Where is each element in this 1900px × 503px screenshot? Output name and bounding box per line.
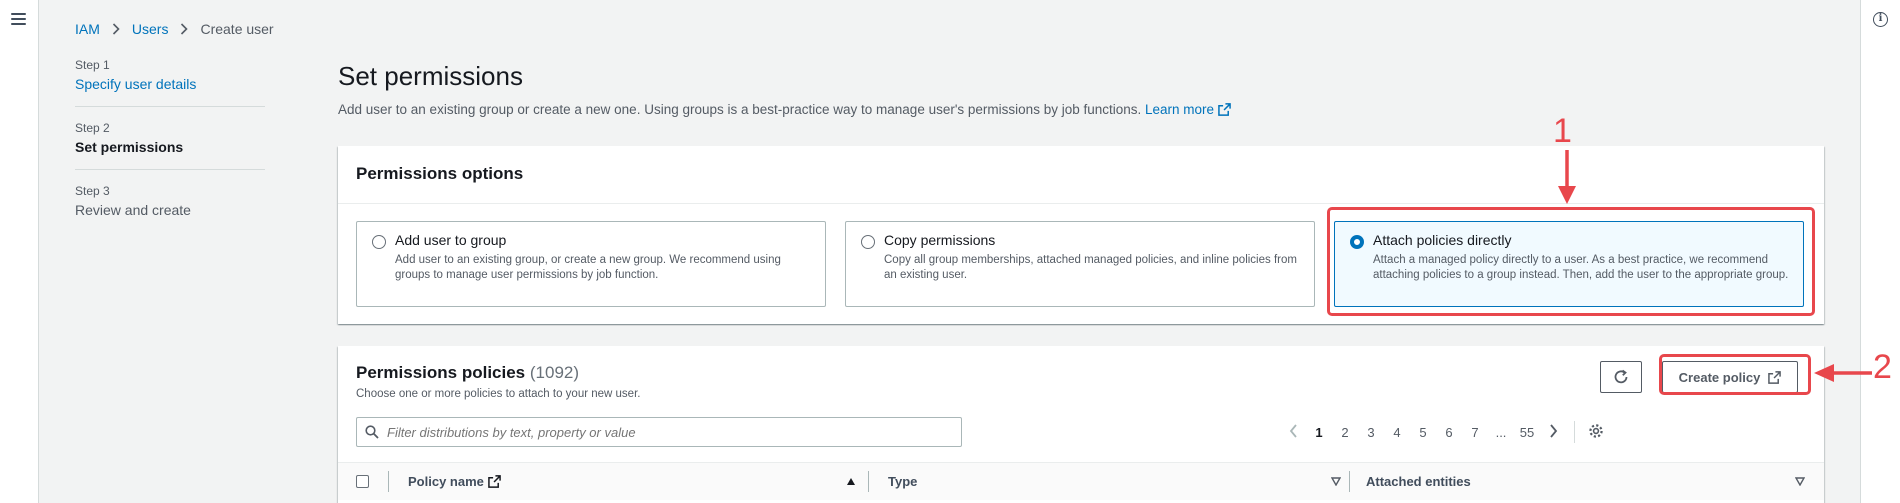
annotation-highlight-create-policy bbox=[1659, 354, 1811, 395]
breadcrumb-iam[interactable]: IAM bbox=[75, 21, 100, 37]
step-number: Step 1 bbox=[75, 58, 110, 72]
column-label: Policy name bbox=[408, 474, 484, 489]
pagination: 1 2 3 4 5 6 7 ... 55 bbox=[1280, 417, 1609, 447]
refresh-icon bbox=[1614, 369, 1628, 384]
page-description: Add user to an existing group or create … bbox=[338, 102, 1231, 117]
page-5[interactable]: 5 bbox=[1410, 425, 1436, 440]
step-number: Step 2 bbox=[75, 121, 110, 135]
page-ellipsis: ... bbox=[1495, 424, 1507, 440]
column-divider bbox=[1349, 471, 1350, 492]
filter-input[interactable] bbox=[387, 424, 947, 440]
sort-icon[interactable] bbox=[1795, 477, 1805, 486]
column-header-type[interactable]: Type bbox=[888, 474, 917, 489]
page-description-text: Add user to an existing group or create … bbox=[338, 102, 1142, 117]
page-6[interactable]: 6 bbox=[1436, 425, 1462, 440]
info-icon[interactable]: i bbox=[1873, 12, 1888, 27]
breadcrumb: IAM Users Create user bbox=[75, 21, 274, 37]
chevron-right-icon bbox=[181, 23, 189, 35]
sort-icon[interactable] bbox=[1331, 477, 1341, 486]
breadcrumb-current: Create user bbox=[200, 21, 274, 37]
radio-add-user-to-group[interactable] bbox=[372, 235, 386, 249]
filter-field[interactable] bbox=[356, 417, 962, 447]
select-all-checkbox[interactable] bbox=[356, 475, 369, 488]
chevron-right-icon bbox=[1549, 423, 1557, 438]
next-page-button[interactable] bbox=[1540, 423, 1566, 441]
annotation-number-1: 1 bbox=[1553, 112, 1572, 150]
gear-icon bbox=[1589, 423, 1603, 438]
learn-more-link[interactable]: Learn more bbox=[1145, 102, 1231, 117]
option-title: Copy permissions bbox=[884, 232, 996, 248]
breadcrumb-users[interactable]: Users bbox=[132, 21, 169, 37]
right-tools-rail: i bbox=[1860, 0, 1900, 503]
sort-ascending-icon[interactable] bbox=[846, 477, 856, 486]
chevron-right-icon bbox=[112, 23, 120, 35]
page-4[interactable]: 4 bbox=[1384, 425, 1410, 440]
policies-count: (1092) bbox=[529, 363, 580, 382]
step-number: Step 3 bbox=[75, 184, 110, 198]
page-title: Set permissions bbox=[338, 61, 523, 91]
step-title-set-permissions: Set permissions bbox=[75, 139, 184, 155]
annotation-highlight-attach-policies bbox=[1327, 207, 1815, 316]
pagination-divider bbox=[1574, 421, 1575, 443]
option-description: Add user to an existing group, or create… bbox=[395, 254, 781, 281]
search-icon bbox=[365, 425, 379, 439]
page-3[interactable]: 3 bbox=[1358, 425, 1384, 440]
external-link-icon bbox=[1218, 103, 1231, 116]
column-header-policy-name[interactable]: Policy name bbox=[408, 474, 501, 489]
left-navigation-rail bbox=[0, 0, 39, 503]
annotation-number-2: 2 bbox=[1873, 348, 1892, 386]
option-add-user-to-group[interactable]: Add user to group Add user to an existin… bbox=[356, 221, 826, 307]
external-link-icon bbox=[488, 475, 501, 488]
wizard-steps: Step 1 Specify user details Step 2 Set p… bbox=[75, 58, 265, 246]
step-1: Step 1 Specify user details bbox=[75, 58, 265, 107]
chevron-left-icon bbox=[1289, 423, 1297, 438]
page-7[interactable]: 7 bbox=[1462, 425, 1488, 440]
learn-more-label: Learn more bbox=[1145, 102, 1215, 117]
page-1[interactable]: 1 bbox=[1306, 425, 1332, 440]
annotation-arrow-left bbox=[1814, 364, 1872, 382]
page-55[interactable]: 55 bbox=[1514, 425, 1540, 440]
step-link-specify-user-details[interactable]: Specify user details bbox=[75, 76, 265, 92]
refresh-button[interactable] bbox=[1600, 361, 1642, 393]
policies-subtitle: Choose one or more policies to attach to… bbox=[356, 388, 641, 400]
permissions-options-heading: Permissions options bbox=[338, 146, 1824, 204]
column-divider bbox=[868, 471, 869, 492]
permissions-policies-heading: Permissions policies (1092) bbox=[356, 363, 579, 383]
column-header-attached-entities[interactable]: Attached entities bbox=[1366, 474, 1471, 489]
column-label: Attached entities bbox=[1366, 474, 1471, 489]
policies-heading-text: Permissions policies bbox=[356, 363, 526, 382]
menu-icon[interactable] bbox=[11, 13, 26, 25]
permissions-policies-panel: Permissions policies (1092) Choose one o… bbox=[338, 346, 1824, 503]
option-copy-permissions[interactable]: Copy permissions Copy all group membersh… bbox=[845, 221, 1315, 307]
radio-copy-permissions[interactable] bbox=[861, 235, 875, 249]
policies-table-header: Policy name Type Attached entities bbox=[338, 462, 1824, 500]
column-divider bbox=[388, 471, 389, 492]
option-title: Add user to group bbox=[395, 232, 507, 248]
column-label: Type bbox=[888, 474, 918, 489]
step-3: Step 3 Review and create bbox=[75, 184, 265, 232]
annotation-arrow-down bbox=[1558, 150, 1576, 204]
step-2: Step 2 Set permissions bbox=[75, 121, 265, 170]
previous-page-button[interactable] bbox=[1280, 423, 1306, 441]
page-2[interactable]: 2 bbox=[1332, 425, 1358, 440]
option-description: Copy all group memberships, attached man… bbox=[884, 254, 1297, 281]
step-title-review-and-create: Review and create bbox=[75, 202, 191, 218]
preferences-button[interactable] bbox=[1583, 423, 1609, 442]
